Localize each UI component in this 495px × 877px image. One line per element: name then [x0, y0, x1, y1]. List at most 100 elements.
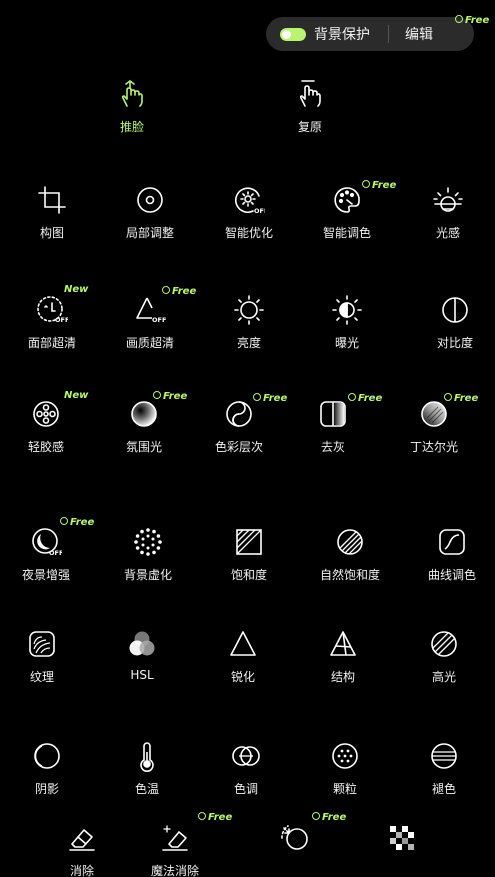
palette-icon	[334, 187, 360, 213]
tool-tint[interactable]: 色调	[206, 740, 286, 797]
tool-magic-eraser[interactable]: 魔法消除	[135, 822, 215, 877]
mosaic-icon	[390, 826, 414, 850]
tool-push-face[interactable]: 推脸	[92, 78, 172, 135]
tool-label: 推脸	[119, 120, 144, 134]
tool-local-adjust[interactable]: 局部调整	[110, 184, 190, 241]
edit-button[interactable]: 编辑	[405, 24, 433, 44]
restore-hand-icon	[299, 80, 321, 107]
tool-highlights[interactable]: 高光	[404, 628, 484, 685]
background-protect-label[interactable]: 背景保护	[314, 24, 370, 44]
night-enhance-icon: OFF	[32, 528, 62, 557]
tool-saturation[interactable]: 饱和度	[209, 526, 289, 583]
top-free-badge: Free	[455, 15, 489, 26]
tool-label: 夜景增强	[21, 568, 70, 582]
free-badge: Free	[348, 393, 382, 404]
sharpen-icon	[230, 631, 256, 656]
tool-exposure[interactable]: 曝光	[307, 294, 387, 351]
new-badge: New	[64, 284, 89, 295]
tool-face-hd[interactable]: OFF 面部超清	[12, 294, 92, 351]
tool-shadows[interactable]: 阴影	[7, 740, 87, 797]
pill-divider	[388, 25, 389, 43]
tool-contrast[interactable]: 对比度	[415, 294, 495, 351]
svg-text:OFF: OFF	[49, 549, 62, 557]
curves-icon	[439, 529, 465, 555]
tool-eraser[interactable]: 消除	[42, 822, 122, 877]
shadows-icon	[34, 743, 60, 769]
tool-color-temp[interactable]: 色温	[107, 740, 187, 797]
free-badge: Free	[162, 286, 196, 297]
tools-screen: 背景保护 编辑 Free 推脸 复原 构图 局部调整 OF 智能优化 智能调色 …	[0, 0, 495, 877]
hsl-icon	[129, 631, 155, 656]
tool-dehaze[interactable]: 去灰	[293, 398, 373, 455]
tool-restore[interactable]: 复原	[270, 78, 350, 135]
tool-crop[interactable]: 构图	[12, 184, 92, 241]
texture-icon	[29, 631, 55, 657]
free-badge: Free	[60, 517, 94, 528]
lasso-remove-icon	[281, 825, 308, 850]
tool-label: 魔法消除	[150, 864, 199, 877]
tool-label: 纹理	[29, 670, 54, 684]
tool-texture[interactable]: 纹理	[2, 628, 82, 685]
tool-label: 面部超清	[27, 336, 76, 350]
film-reel-icon	[33, 401, 59, 427]
tool-label: 自然饱和度	[319, 568, 380, 582]
dehaze-icon	[320, 401, 346, 427]
push-face-hand-icon	[121, 80, 143, 107]
tool-hsl[interactable]: HSL	[102, 628, 182, 682]
background-blur-icon	[134, 528, 162, 556]
svg-text:OFF: OFF	[55, 316, 68, 324]
quality-hd-icon: OFF	[136, 297, 166, 324]
tool-label: 色调	[233, 782, 258, 796]
structure-icon	[330, 631, 356, 656]
tool-label: 曝光	[334, 336, 359, 350]
tool-label: 色彩层次	[214, 440, 263, 454]
free-badge: Free	[362, 180, 396, 191]
tool-quality-hd[interactable]: OFF 画质超清	[110, 294, 190, 351]
ambient-light-icon	[131, 401, 157, 427]
tool-sharpen[interactable]: 锐化	[203, 628, 283, 685]
tool-label: 去灰	[320, 440, 345, 454]
sun-horizon-icon	[433, 187, 463, 212]
tool-mosaic[interactable]	[362, 822, 442, 854]
tool-label: 轻胶感	[27, 440, 64, 454]
svg-text:OFF: OFF	[152, 316, 166, 324]
tool-grain[interactable]: 颗粒	[305, 740, 385, 797]
tool-label: 饱和度	[230, 568, 267, 582]
free-badge: Free	[444, 393, 478, 404]
eraser-icon	[69, 829, 95, 851]
free-badge: Free	[153, 391, 187, 402]
tool-light-sense[interactable]: 光感	[408, 184, 488, 241]
tool-structure[interactable]: 结构	[303, 628, 383, 685]
background-protect-toggle[interactable]	[280, 27, 306, 41]
tool-ambient-light[interactable]: 氛围光	[104, 398, 184, 455]
tool-brightness[interactable]: 亮度	[209, 294, 289, 351]
face-hd-icon: OFF	[37, 296, 68, 324]
free-badge: Free	[253, 393, 287, 404]
tool-lasso-remove[interactable]	[255, 822, 335, 854]
tool-label: 复原	[297, 120, 322, 134]
tool-smart-color[interactable]: 智能调色	[307, 184, 387, 241]
new-badge: New	[64, 390, 89, 401]
tint-icon	[232, 746, 260, 766]
free-badge: Free	[198, 812, 232, 823]
vibrance-icon	[337, 529, 363, 555]
tool-background-blur[interactable]: 背景虚化	[108, 526, 188, 583]
grain-icon	[332, 743, 358, 769]
free-badge: Free	[312, 812, 346, 823]
tool-tyndall[interactable]: 丁达尔光	[394, 398, 474, 455]
tool-label: HSL	[130, 668, 154, 682]
tool-label: 锐化	[230, 670, 255, 684]
tool-night-enhance[interactable]: OFF 夜景增强	[6, 526, 86, 583]
tool-label: 画质超清	[125, 336, 174, 350]
tool-color-layers[interactable]: 色彩层次	[199, 398, 279, 455]
tool-fade[interactable]: 褪色	[404, 740, 484, 797]
tool-label: 光感	[435, 226, 460, 240]
tool-vibrance[interactable]: 自然饱和度	[310, 526, 390, 583]
tool-film[interactable]: 轻胶感	[6, 398, 86, 455]
tool-smart-optimize[interactable]: OFF 智能优化	[209, 184, 289, 241]
brightness-icon	[234, 295, 264, 325]
highlights-icon	[431, 631, 457, 657]
tool-curves[interactable]: 曲线调色	[412, 526, 492, 583]
exposure-icon	[332, 295, 362, 325]
tool-label: 曲线调色	[427, 568, 476, 582]
